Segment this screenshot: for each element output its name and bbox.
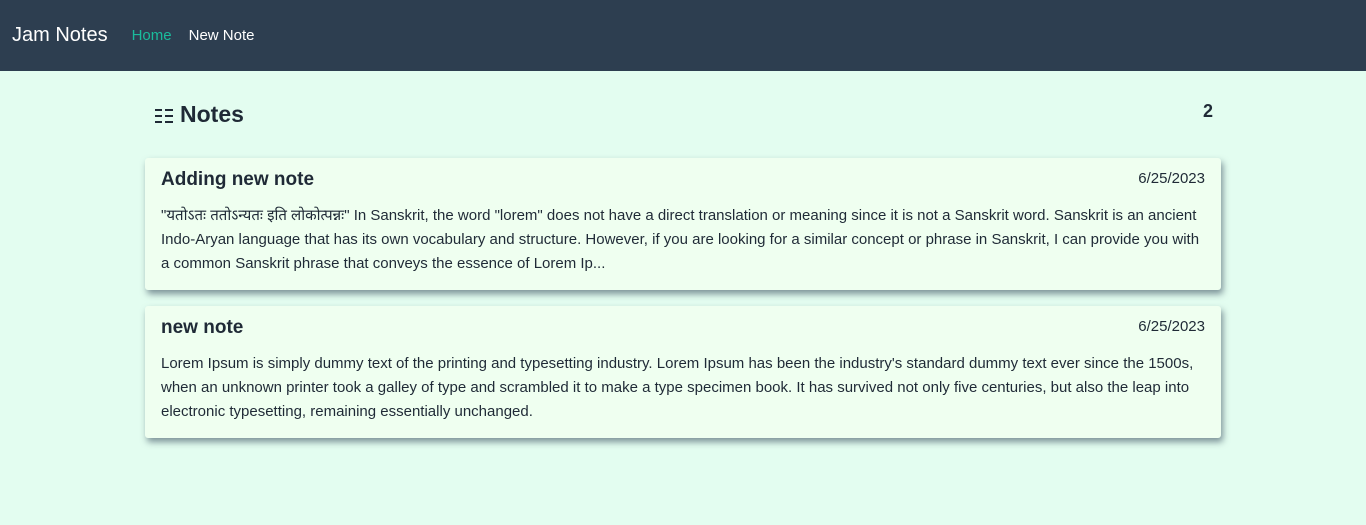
note-body: "यतोऽतः ततोऽन्यतः इति लोकोत्पन्नः" In Sa… [161,207,1200,272]
note-title: new note [161,317,244,338]
note-date: 6/25/2023 [1138,170,1205,187]
notes-header: Notes 2 [145,71,1221,158]
page-title-text: Notes [180,101,244,127]
note-count-badge: 2 [1202,101,1213,121]
note-body: Lorem Ipsum is simply dummy text of the … [161,355,1194,420]
notes-container: Notes 2 Adding new note 6/25/2023 "यतोऽत… [145,71,1221,438]
note-card[interactable]: Adding new note 6/25/2023 "यतोऽतः ततोऽन्… [145,158,1221,290]
top-navbar: Jam Notes Home New Note [0,0,1366,71]
nav-link-new-note[interactable]: New Note [189,27,255,44]
note-card[interactable]: new note 6/25/2023 Lorem Ipsum is simply… [145,306,1221,438]
list-icon [154,105,174,125]
notes-list: Adding new note 6/25/2023 "यतोऽतः ततोऽन्… [145,158,1221,438]
page-title: Notes [154,101,244,128]
nav-link-home[interactable]: Home [132,27,172,44]
note-header: new note 6/25/2023 [161,316,1205,340]
note-header: Adding new note 6/25/2023 [161,168,1205,192]
note-date: 6/25/2023 [1138,318,1205,335]
note-title: Adding new note [161,169,315,190]
brand-link[interactable]: Jam Notes [12,24,108,47]
